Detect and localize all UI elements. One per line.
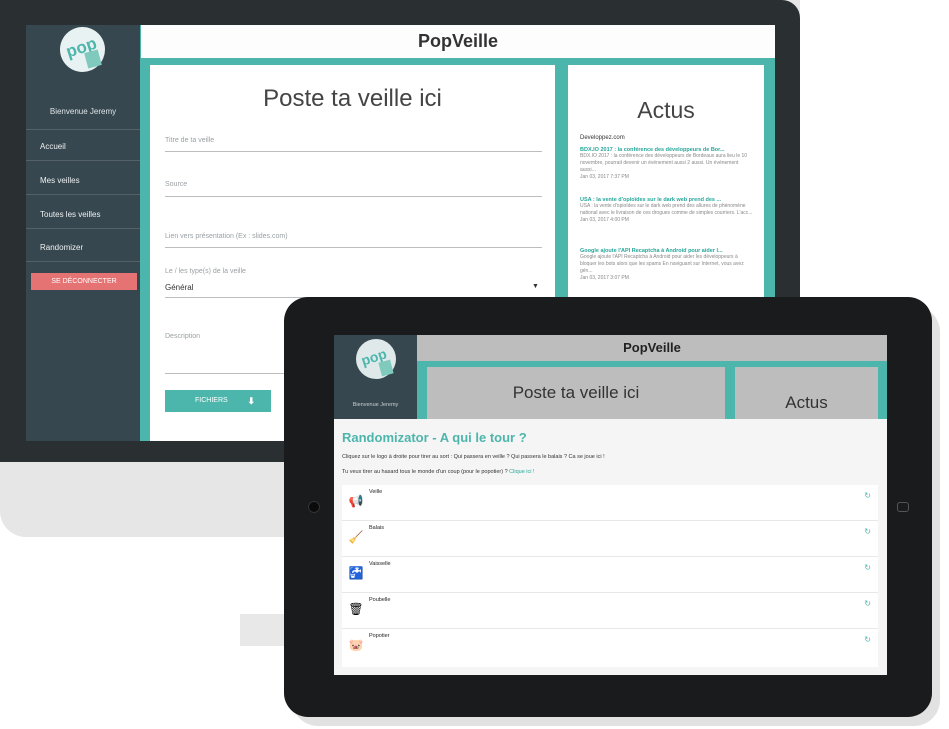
files-button[interactable]: FICHIERS ⬇ (165, 390, 271, 412)
news-summary: BDX.IO 2017 : la conférence des développ… (580, 153, 748, 173)
refresh-icon[interactable]: ↻ (864, 527, 871, 536)
sidebar-item-randomizer[interactable]: Randomizer (40, 243, 83, 252)
list-item-label: Popotier (369, 633, 390, 639)
list-item: 🚰 Vaisselle ↻ (342, 557, 878, 593)
sidebar-divider (26, 129, 140, 130)
randomizer-instructions: Cliquez sur le logo à droite pour tirer … (342, 454, 605, 460)
sidebar-divider (26, 160, 140, 161)
randomizer-all-text: Tu veux tirer au hasard tous le monde d'… (342, 469, 508, 475)
randomizer-all-prompt: Tu veux tirer au hasard tous le monde d'… (342, 469, 535, 475)
refresh-icon[interactable]: ↻ (864, 563, 871, 572)
tablet-screen: pop Bienvenue Jeremy PopVeille Poste ta … (334, 335, 887, 675)
sidebar-item-mes-veilles[interactable]: Mes veilles (40, 176, 80, 185)
list-item-label: Vaisselle (369, 561, 391, 567)
refresh-icon[interactable]: ↻ (864, 599, 871, 608)
news-date: Jan 03, 2017 3:07 PM (580, 275, 629, 281)
type-select[interactable]: Général (165, 283, 193, 292)
logo-note-icon (378, 359, 394, 377)
list-item-label: Poubelle (369, 597, 391, 603)
type-select-label: Le / les type(s) de la veille (165, 268, 246, 275)
randomizer-title: Randomizator - A qui le tour ? (342, 430, 527, 445)
news-source: Developpez.com (580, 135, 625, 141)
list-item: 📢 Veille ↻ (342, 485, 878, 521)
welcome-text: Bienvenue Jeremy (352, 402, 399, 408)
news-summary: USA : la vente d'opioïdes sur le dark we… (580, 203, 753, 216)
chevron-down-icon[interactable]: ▼ (532, 283, 539, 290)
list-item-label: Veille (369, 489, 383, 495)
post-card-title: Poste ta veille ici (427, 367, 725, 419)
draw-all-link[interactable]: Clique ici ! (509, 469, 534, 475)
sidebar-item-accueil[interactable]: Accueil (40, 142, 66, 151)
app-title: PopVeille (417, 335, 887, 361)
home-button[interactable] (897, 502, 909, 512)
news-card-title: Actus (735, 367, 878, 419)
camera-icon (308, 501, 320, 513)
upload-arrow-icon: ⬇ (247, 396, 255, 406)
popveille-logo[interactable]: pop (60, 27, 105, 72)
list-item: 🧹 Balais ↻ (342, 521, 878, 557)
list-item-label: Balais (369, 525, 384, 531)
title-field-underline (165, 151, 542, 152)
news-item: BDX.IO 2017 : la conférence des développ… (580, 147, 755, 180)
news-summary: Google ajoute l'API Recaptcha à Android … (580, 254, 744, 274)
list-item: 🐷 Popotier ↻ (342, 629, 878, 665)
refresh-icon[interactable]: ↻ (864, 491, 871, 500)
refresh-icon[interactable]: ↻ (864, 635, 871, 644)
desktop-sidebar: pop Bienvenue Jeremy Accueil Mes veilles… (26, 25, 140, 441)
news-item: USA : la vente d'opioïdes sur le dark we… (580, 197, 755, 223)
tablet-sidebar: pop Bienvenue Jeremy (334, 335, 417, 419)
welcome-text: Bienvenue Jeremy (49, 107, 117, 116)
app-title: PopVeille (141, 25, 775, 58)
link-field[interactable]: Lien vers présentation (Ex : slides.com) (165, 233, 288, 240)
description-field[interactable]: Description (165, 333, 200, 340)
news-item: Google ajoute l'API Recaptcha à Android … (580, 248, 755, 281)
sidebar-divider (26, 261, 140, 262)
popveille-logo[interactable]: pop (356, 339, 396, 379)
news-date: Jan 03, 2017 7:37 PM (580, 174, 629, 180)
megaphone-icon: 📢 (348, 494, 364, 508)
piggy-bank-icon: 🐷 (348, 638, 364, 652)
files-button-label: FICHIERS (195, 397, 228, 404)
link-field-underline (165, 247, 542, 248)
trash-can-icon: 🗑 (348, 602, 364, 616)
randomizer-list: 📢 Veille ↻ 🧹 Balais ↻ 🚰 Vaisselle ↻ 🗑 Po… (342, 485, 878, 667)
faucet-icon: 🚰 (348, 566, 364, 580)
logout-button[interactable]: SE DÉCONNECTER (31, 273, 137, 290)
sidebar-item-toutes-les-veilles[interactable]: Toutes les veilles (40, 210, 100, 219)
form-title: Poste ta veille ici (263, 85, 442, 112)
sidebar-divider (26, 228, 140, 229)
news-date: Jan 03, 2017 4:00 PM (580, 217, 629, 223)
list-item: 🗑 Poubelle ↻ (342, 593, 878, 629)
title-field[interactable]: Titre de ta veille (165, 137, 214, 144)
sidebar-divider (26, 194, 140, 195)
broom-icon: 🧹 (348, 530, 364, 544)
source-field-underline (165, 196, 542, 197)
source-field[interactable]: Source (165, 181, 187, 188)
news-title: Actus (637, 97, 695, 123)
